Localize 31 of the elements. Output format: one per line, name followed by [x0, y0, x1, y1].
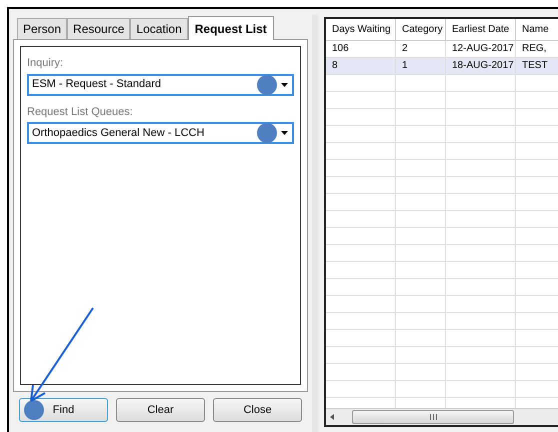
tab[interactable]: Resource — [67, 18, 130, 39]
table-cell: REG, — [516, 41, 558, 57]
scroll-thumb[interactable] — [352, 410, 514, 424]
table-cell: 106 — [326, 41, 396, 57]
field-label: Inquiry: — [27, 56, 64, 71]
scroll-left-icon[interactable] — [330, 414, 334, 420]
tab[interactable]: Person — [17, 18, 68, 39]
dropdown[interactable]: ESM - Request - Standard — [27, 74, 294, 96]
dropdown[interactable]: Orthopaedics General New - LCCH — [27, 122, 294, 144]
table-cell: 2 — [396, 41, 446, 57]
tab[interactable]: Location — [130, 18, 188, 39]
column-header[interactable]: Name — [516, 19, 558, 40]
column-header[interactable]: Days Waiting — [326, 19, 396, 40]
table-cell: 1 — [396, 58, 446, 74]
action-button[interactable]: Find — [19, 398, 108, 422]
caret-icon — [281, 82, 288, 86]
caret-icon — [281, 131, 288, 135]
table-cell: TEST — [516, 58, 558, 74]
table-row[interactable]: 8 1 18-AUG-2017 TEST — [326, 58, 558, 75]
column-header[interactable]: Category — [396, 19, 446, 40]
table-row[interactable]: 106 2 12-AUG-2017 REG, — [326, 41, 558, 58]
column-header[interactable]: Earliest Date — [446, 19, 516, 40]
action-button[interactable]: Close — [213, 398, 302, 422]
field-label: Request List Queues: — [27, 104, 134, 120]
table-cell: 12-AUG-2017 — [446, 41, 516, 57]
horizontal-scrollbar[interactable] — [326, 408, 558, 425]
tab[interactable]: Request List — [188, 16, 274, 40]
action-button[interactable]: Clear — [116, 398, 205, 422]
table-cell: 8 — [326, 58, 396, 74]
grip-icon — [430, 414, 436, 420]
table-cell: 18-AUG-2017 — [446, 58, 516, 74]
